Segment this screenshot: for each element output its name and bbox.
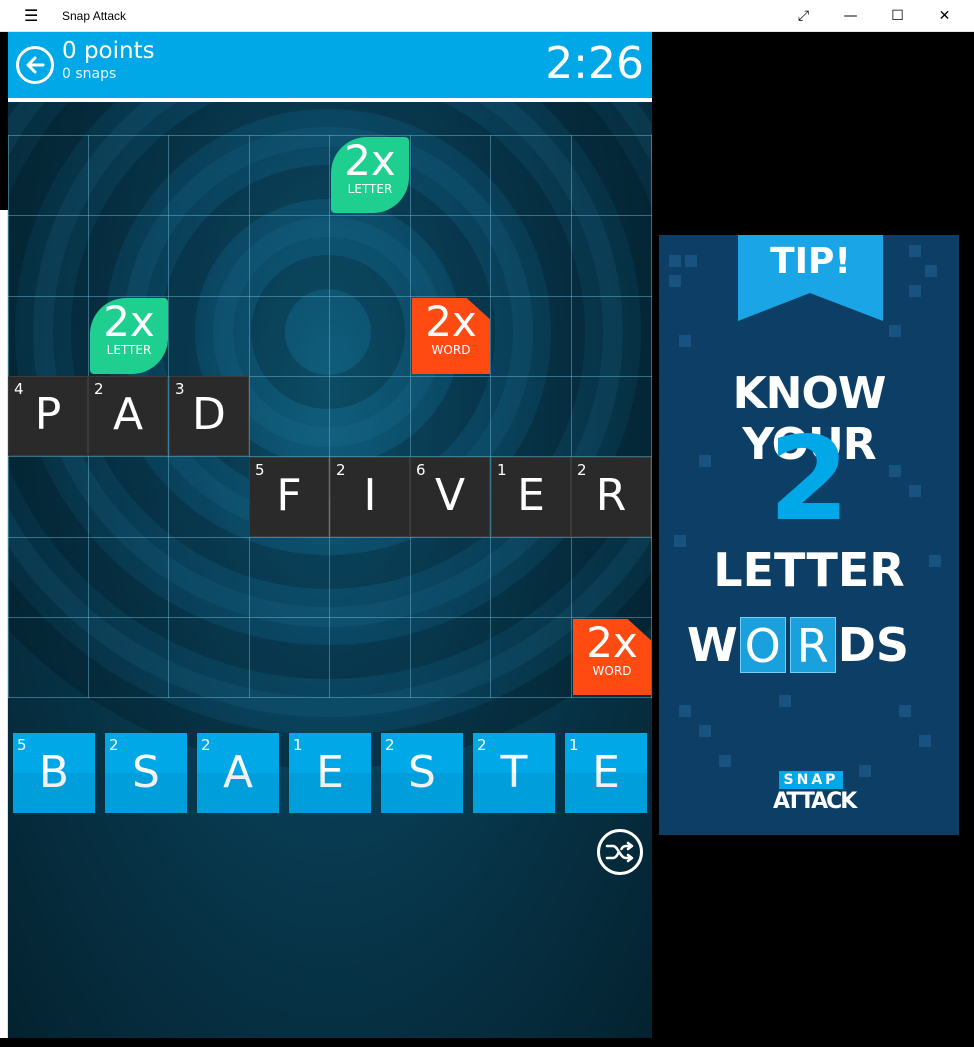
tile-letter: A xyxy=(112,389,144,440)
points-label: 0 points xyxy=(62,38,155,64)
tile-letter: T xyxy=(500,747,528,798)
double-word-bonus: 2x WORD xyxy=(573,619,651,695)
countdown-timer: 2:26 xyxy=(545,38,644,89)
tile-letter: E xyxy=(592,747,620,798)
grid-line xyxy=(8,215,652,216)
game-board[interactable]: 2x LETTER 2x LETTER 2x WORD 2x WORD 4 P … xyxy=(8,135,652,698)
tile-letter: P xyxy=(34,389,62,440)
tile-letter: A xyxy=(222,747,254,798)
rack-tile[interactable]: 2 T xyxy=(473,733,555,813)
double-letter-bonus: 2x LETTER xyxy=(331,137,409,213)
board-tile[interactable]: 1 E xyxy=(491,457,571,537)
rack-tile[interactable]: 1 E xyxy=(289,733,371,813)
close-button[interactable]: ✕ xyxy=(921,0,968,32)
grid-line xyxy=(8,135,652,136)
shuffle-icon xyxy=(605,841,634,863)
rack-tile[interactable]: 1 E xyxy=(565,733,647,813)
grid-line xyxy=(329,135,330,698)
bonus-multiplier: 2x xyxy=(344,136,396,185)
tile-letter: S xyxy=(132,747,160,798)
back-button[interactable] xyxy=(16,46,54,84)
tile-letter: I xyxy=(363,470,377,521)
fullscreen-icon[interactable]: ⤢ xyxy=(780,0,827,32)
tile-letter: F xyxy=(276,470,302,521)
tip-ad-banner[interactable]: TIP! KNOW YOUR 2 LETTER W O R DS SNAP AT… xyxy=(659,235,959,835)
ad-words-ds: DS xyxy=(837,618,910,672)
bonus-kind: WORD xyxy=(431,343,471,357)
score-header: 0 points 0 snaps 2:26 xyxy=(8,32,652,98)
game-area: 0 points 0 snaps 2:26 2x LETTER 2x LETTE… xyxy=(8,32,652,1038)
double-letter-bonus: 2x LETTER xyxy=(90,298,168,374)
minimize-button[interactable]: — xyxy=(827,0,874,32)
rack-tile[interactable]: 2 S xyxy=(381,733,463,813)
rack-tile[interactable]: 2 S xyxy=(105,733,187,813)
bonus-multiplier: 2x xyxy=(586,618,638,667)
rack-tile[interactable]: 2 A xyxy=(197,733,279,813)
ad-words-w: W xyxy=(687,618,738,672)
bonus-multiplier: 2x xyxy=(103,297,155,346)
snap-attack-logo-bottom: ATTACK xyxy=(773,789,857,814)
board-tile[interactable]: 4 P xyxy=(8,376,88,456)
header-divider xyxy=(8,98,652,102)
board-tile[interactable]: 2 I xyxy=(330,457,410,537)
ad-subline: LETTER xyxy=(713,543,905,597)
snaps-label: 0 snaps xyxy=(62,66,117,82)
grid-line xyxy=(8,697,652,698)
grid-line xyxy=(8,537,652,538)
grid-line xyxy=(571,135,572,698)
tile-letter: E xyxy=(517,470,545,521)
grid-line xyxy=(8,617,652,618)
tile-letter: R xyxy=(595,470,627,521)
arrow-left-icon xyxy=(26,56,45,74)
tile-letter: E xyxy=(316,747,344,798)
ad-words-r-tile: R xyxy=(789,617,836,673)
bonus-kind: LETTER xyxy=(106,343,152,357)
ad-number: 2 xyxy=(768,412,850,547)
board-tile[interactable]: 2 A xyxy=(88,376,168,456)
grid-line xyxy=(410,135,411,698)
maximize-button[interactable]: ☐ xyxy=(874,0,921,32)
bonus-multiplier: 2x xyxy=(425,297,477,346)
grid-line xyxy=(249,135,250,698)
ad-words-o-tile: O xyxy=(739,617,786,673)
app-title: Snap Attack xyxy=(62,8,127,23)
board-tile[interactable]: 6 V xyxy=(410,457,490,537)
tip-label: TIP! xyxy=(770,241,851,282)
tile-letter: D xyxy=(192,389,226,440)
ad-words-line: W O R DS xyxy=(687,615,909,675)
grid-line xyxy=(651,135,652,698)
grid-line xyxy=(490,135,491,698)
tile-letter: S xyxy=(408,747,436,798)
bonus-kind: WORD xyxy=(592,664,632,678)
snap-attack-logo-top: SNAP xyxy=(779,771,843,789)
board-tile[interactable]: 5 F xyxy=(249,457,329,537)
left-edge-strip xyxy=(0,210,8,1038)
hamburger-menu-icon[interactable]: ☰ xyxy=(0,0,62,32)
tile-letter: V xyxy=(434,470,466,521)
window-titlebar: ☰ Snap Attack ⤢ — ☐ ✕ xyxy=(0,0,974,32)
tile-letter: B xyxy=(38,747,70,798)
board-tile[interactable]: 2 R xyxy=(571,457,651,537)
bonus-kind: LETTER xyxy=(347,182,393,196)
double-word-bonus: 2x WORD xyxy=(412,298,490,374)
shuffle-button[interactable] xyxy=(597,829,643,875)
board-tile[interactable]: 3 D xyxy=(169,376,249,456)
rack-tile[interactable]: 5 B xyxy=(13,733,95,813)
